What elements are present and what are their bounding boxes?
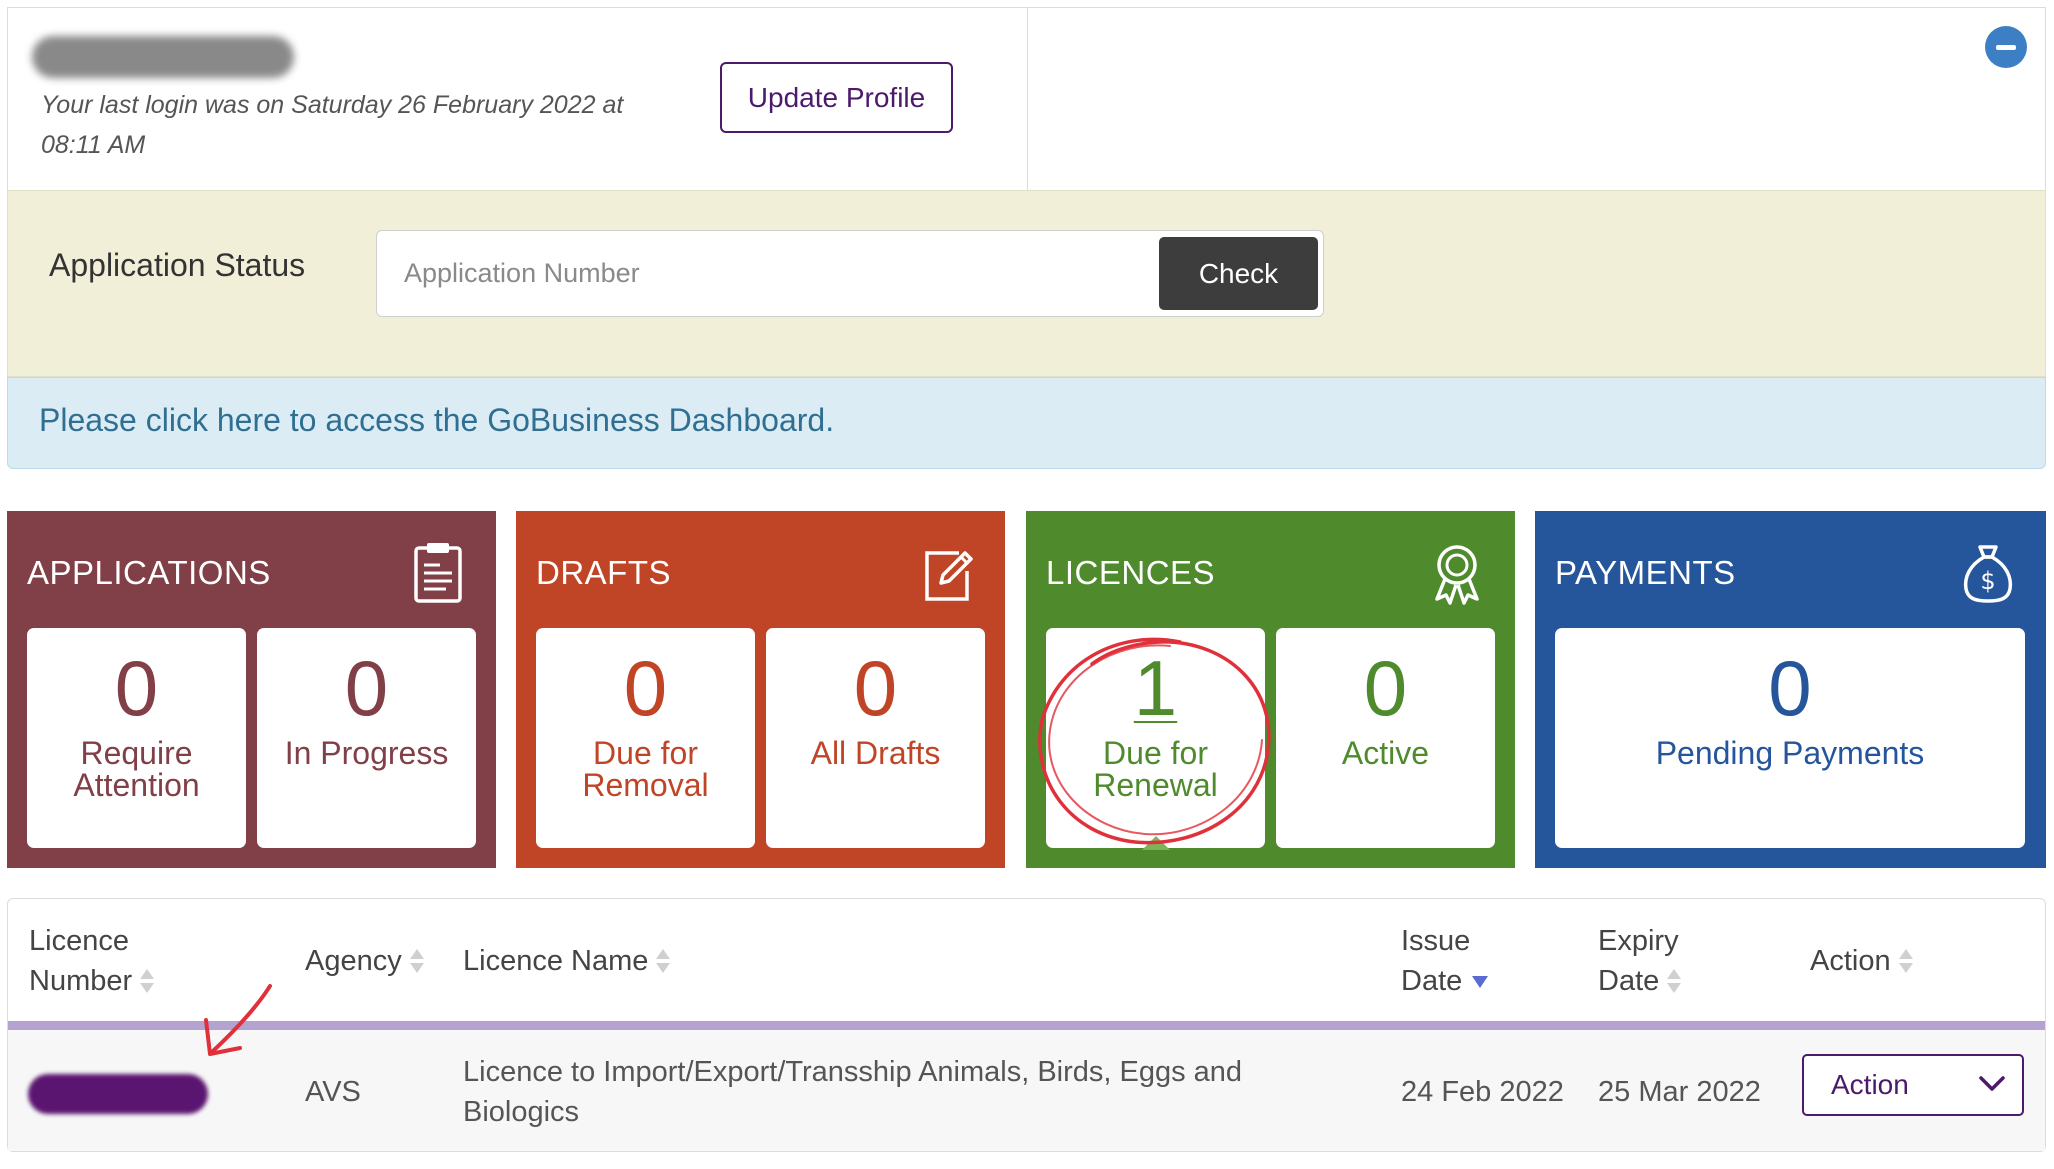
- action-dropdown-label: Action: [1831, 1069, 1909, 1100]
- in-progress-card[interactable]: 0 In Progress: [257, 628, 476, 848]
- licences-tile: LICENCES 1 Due for Renewal 0 Active: [1026, 511, 1515, 868]
- licences-title: LICENCES: [1046, 554, 1216, 591]
- drafts-tile: DRAFTS 0 Due for Removal 0 All Drafts: [516, 511, 1005, 868]
- active-label: Active: [1341, 735, 1430, 771]
- check-button[interactable]: Check: [1159, 237, 1318, 310]
- header-issue-date[interactable]: Issue Date: [1401, 921, 1521, 1001]
- sort-icon[interactable]: [1667, 967, 1682, 997]
- award-ribbon-icon: [1435, 545, 1479, 605]
- pending-payments-label: Pending Payments: [1655, 735, 1925, 771]
- due-for-removal-label: Due for Removal: [582, 735, 709, 803]
- profile-side-panel: [1028, 8, 2045, 190]
- application-status-label: Application Status: [49, 247, 306, 283]
- sort-icon[interactable]: [1898, 947, 1913, 977]
- last-login-text: Your last login was on Saturday 26 Febru…: [41, 91, 624, 159]
- applications-title: APPLICATIONS: [27, 554, 271, 591]
- require-attention-card[interactable]: 0 Require Attention: [27, 628, 246, 848]
- all-drafts-card[interactable]: 0 All Drafts: [766, 628, 985, 848]
- edit-icon: [925, 551, 973, 601]
- cell-issue-date: 24 Feb 2022: [1401, 1076, 1564, 1108]
- sort-icon[interactable]: [656, 947, 671, 977]
- clipboard-icon: [414, 543, 462, 603]
- due-for-renewal-label: Due for Renewal: [1093, 735, 1218, 803]
- due-for-renewal-card[interactable]: 1 Due for Renewal: [1046, 628, 1265, 848]
- due-for-removal-count: 0: [623, 644, 668, 732]
- active-card[interactable]: 0 Active: [1276, 628, 1495, 848]
- in-progress-count: 0: [344, 644, 389, 732]
- header-action[interactable]: Action: [1810, 941, 1913, 981]
- svg-text:$: $: [1980, 567, 1995, 595]
- in-progress-label: In Progress: [284, 735, 449, 771]
- redacted-username: [32, 36, 294, 78]
- profile-panel: Your last login was on Saturday 26 Febru…: [7, 7, 2046, 190]
- header-expiry-date[interactable]: Expiry Date: [1598, 921, 1718, 1001]
- header-divider: [8, 1021, 2045, 1030]
- redacted-licence-number[interactable]: [28, 1074, 208, 1114]
- cell-agency: AVS: [305, 1076, 361, 1108]
- due-for-removal-card[interactable]: 0 Due for Removal: [536, 628, 755, 848]
- pending-payments-card[interactable]: 0 Pending Payments: [1555, 628, 2025, 848]
- profile-info: Your last login was on Saturday 26 Febru…: [8, 8, 1028, 190]
- all-drafts-label: All Drafts: [810, 735, 941, 771]
- collapse-icon[interactable]: [1985, 26, 2027, 68]
- payments-title: PAYMENTS: [1555, 554, 1736, 591]
- header-agency[interactable]: Agency: [305, 941, 424, 981]
- chevron-down-icon: [1979, 1076, 2005, 1091]
- sort-icon[interactable]: [409, 947, 424, 977]
- all-drafts-count: 0: [853, 644, 898, 732]
- header-licence-name[interactable]: Licence Name: [463, 941, 671, 981]
- cell-licence-name: Licence to Import/Export/Transship Anima…: [463, 1056, 1243, 1128]
- cell-expiry-date: 25 Mar 2022: [1598, 1076, 1761, 1108]
- applications-tile: APPLICATIONS 0 Require Attention 0 In Pr…: [7, 511, 496, 868]
- table-row: AVS Licence to Import/Export/Transship A…: [8, 1030, 2045, 1151]
- due-for-renewal-count: 1: [1133, 644, 1178, 732]
- sort-icon[interactable]: [140, 967, 155, 997]
- require-attention-count: 0: [114, 644, 159, 732]
- update-profile-button[interactable]: Update Profile: [720, 62, 953, 133]
- table-header: Licence Number Agency Licence Name Issue…: [8, 899, 2045, 1023]
- action-dropdown[interactable]: Action: [1802, 1054, 2024, 1116]
- gobusiness-link[interactable]: Please click here to access the GoBusine…: [39, 402, 834, 439]
- require-attention-label: Require Attention: [73, 735, 200, 803]
- gobusiness-banner[interactable]: Please click here to access the GoBusine…: [7, 377, 2046, 469]
- payments-tile: PAYMENTS $ 0 Pending Payments: [1535, 511, 2046, 868]
- sort-descending-icon[interactable]: [1472, 976, 1489, 989]
- application-number-input[interactable]: [377, 231, 1147, 316]
- application-status-panel: Application Status Check: [7, 190, 2046, 377]
- licences-table: Licence Number Agency Licence Name Issue…: [7, 898, 2046, 1152]
- header-licence-number[interactable]: Licence Number: [29, 921, 189, 1001]
- selected-card-indicator: [1142, 836, 1170, 850]
- money-bag-icon: $: [1963, 545, 2013, 603]
- drafts-title: DRAFTS: [536, 554, 671, 591]
- application-search-group: Check: [376, 230, 1324, 317]
- pending-payments-count: 0: [1768, 644, 1812, 732]
- active-count: 0: [1363, 644, 1408, 732]
